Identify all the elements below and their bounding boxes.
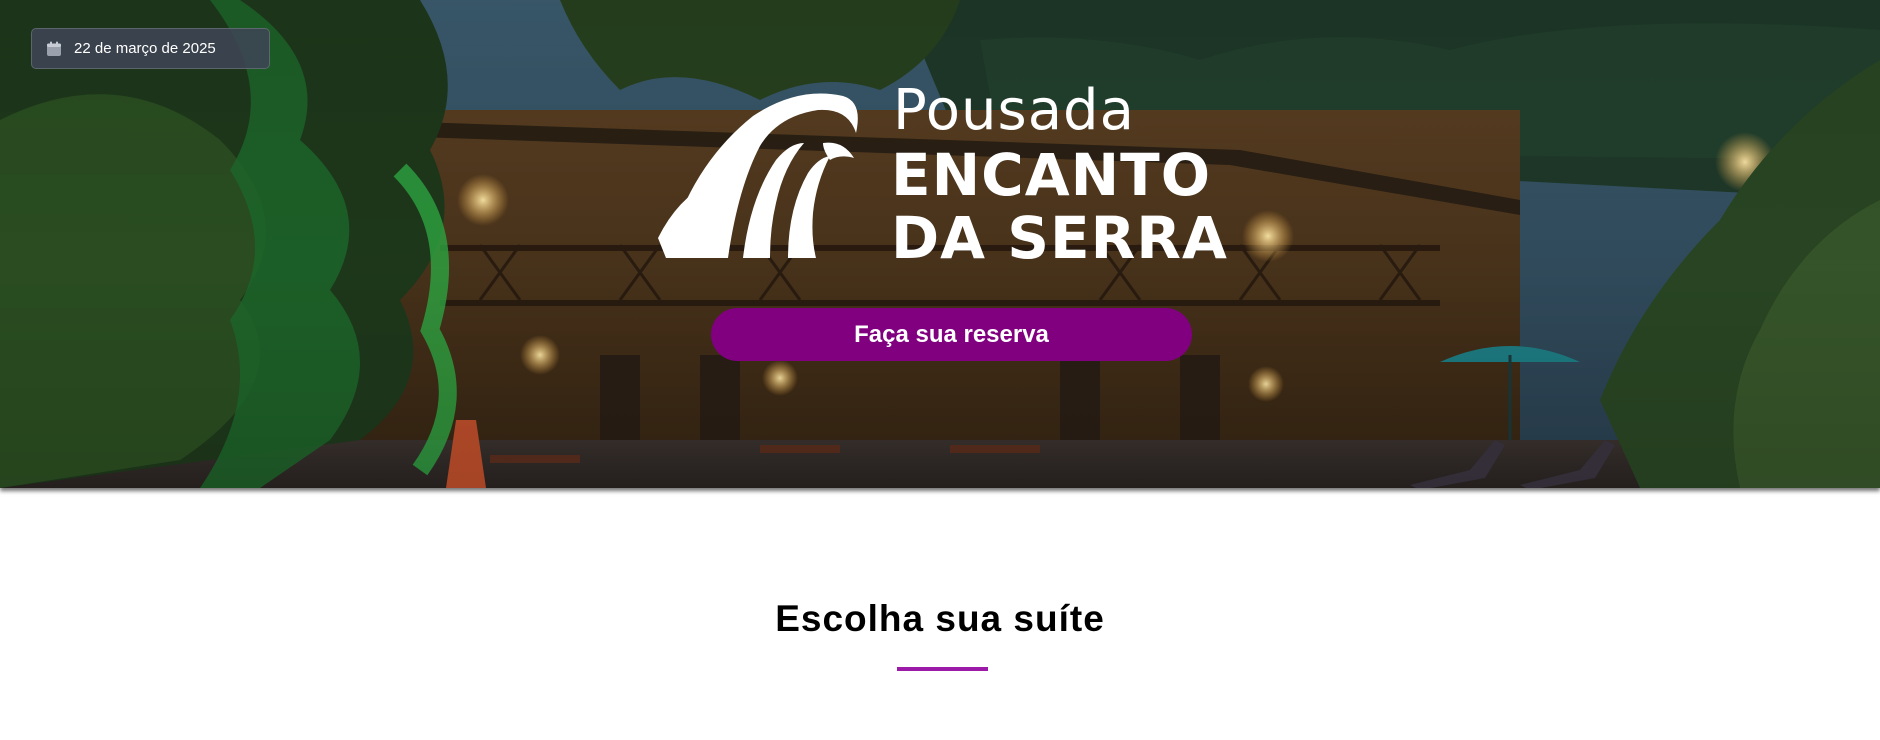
date-display[interactable]: 22 de março de 2025 <box>31 28 270 69</box>
brand-logo: Pousada ENCANTO DA SERRA <box>658 78 1248 272</box>
suites-section-title: Escolha sua suíte <box>775 598 1105 639</box>
brand-line-da-serra: DA SERRA <box>891 204 1228 272</box>
brand-line-encanto: ENCANTO <box>891 141 1212 209</box>
book-now-button[interactable]: Faça sua reserva <box>711 308 1192 361</box>
wave-logo-icon <box>658 93 858 258</box>
brand-line-pousada: Pousada <box>893 78 1135 143</box>
hero-banner: 22 de março de 2025 Pousada ENCANTO DA S… <box>0 0 1880 488</box>
date-text: 22 de março de 2025 <box>74 40 216 57</box>
calendar-icon <box>45 40 63 58</box>
title-underline-divider <box>897 667 988 671</box>
